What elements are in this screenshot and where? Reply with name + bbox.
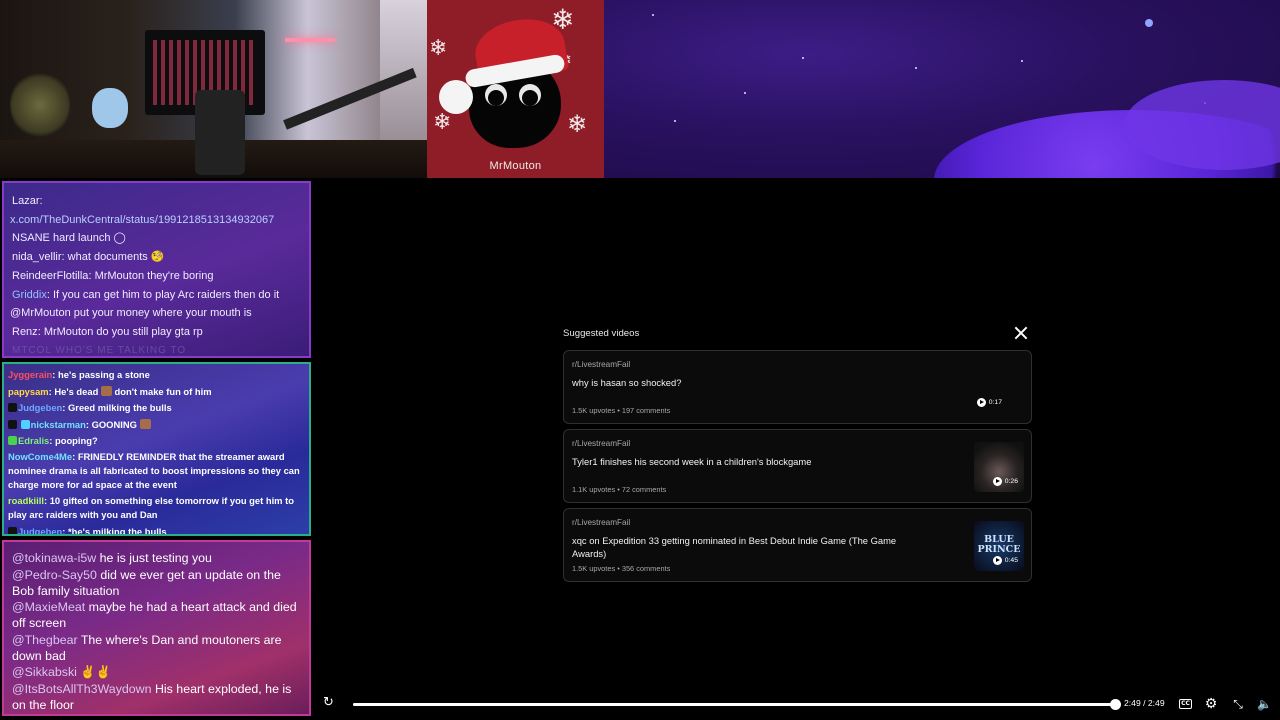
- subreddit-label[interactable]: r/LivestreamFail: [572, 439, 1023, 448]
- suggested-video-card[interactable]: r/LivestreamFail Tyler1 finishes his sec…: [563, 429, 1032, 503]
- space-background: [604, 0, 1280, 178]
- chat-message: @MaxieMeat maybe he had a heart attack a…: [12, 600, 297, 630]
- chat-message: @ItsBotsAllTh3Waydown His heart exploded…: [12, 681, 292, 712]
- video-duration: 0:45: [992, 556, 1018, 565]
- captions-icon[interactable]: CC: [1179, 699, 1192, 709]
- video-title[interactable]: Tyler1 finishes his second week in a chi…: [572, 456, 927, 469]
- chat-panel-secondary[interactable]: Jyggerain: he's passing a stone papysam:…: [2, 362, 311, 536]
- webcam-feed: [0, 0, 427, 178]
- chat-message-faded: MTCOL WHO'S ME TALKING TO: [12, 344, 187, 356]
- chat-message: NSANE hard launch ◯: [12, 232, 126, 245]
- chat-message-link[interactable]: x.com/TheDunkCentral/status/199121851313…: [10, 211, 303, 230]
- chat-message: @Pedro-Say50 did we ever get an update o…: [12, 567, 281, 598]
- chat-panel-primary[interactable]: Lazar: x.com/TheDunkCentral/status/19912…: [2, 181, 311, 358]
- chat-message: roadkiill: 10 gifted on something else t…: [8, 494, 294, 520]
- mouton-avatar-overlay: ❄ ❄ ❄ ❄ ❄ MrMouton: [427, 0, 604, 178]
- chat-message: papysam: He's dead don't make fun of him: [8, 385, 212, 397]
- chat-message: @Sikkabski ✌✌: [12, 665, 112, 679]
- suggested-header: Suggested videos: [563, 322, 1032, 344]
- overlay-name: MrMouton: [489, 160, 542, 172]
- thumbnail-text: BLUE PRINCE: [977, 534, 1021, 555]
- chat-message: Judgeben: Greed milking the bulls: [8, 400, 305, 417]
- exit-fullscreen-icon[interactable]: ⤡: [1231, 697, 1245, 711]
- star: [915, 67, 917, 69]
- chat-message: nickstarman: GOONING: [8, 417, 305, 434]
- video-title[interactable]: why is hasan so shocked?: [572, 377, 927, 390]
- gift-badge-icon: [20, 419, 30, 429]
- suggested-video-card[interactable]: r/LivestreamFail why is hasan so shocked…: [563, 350, 1032, 424]
- subreddit-label[interactable]: r/LivestreamFail: [572, 360, 1023, 369]
- seek-bar-progress: [353, 702, 1115, 706]
- player-controls: ↻ 2:49 / 2:49 CC ⚙ ⤡ 🔈: [318, 690, 1280, 720]
- chat-message: Griddix: If you can get him to play Arc …: [12, 288, 280, 301]
- video-player[interactable]: ❄ ❄ ❄ ❄ ❄ MrMouton Lazar: x.com/TheDunkC…: [0, 0, 1280, 720]
- emote-icon: [139, 418, 151, 429]
- star: [674, 120, 676, 122]
- sheep-eye: [519, 84, 541, 106]
- video-meta: 1.5K upvotes • 356 comments: [572, 564, 671, 573]
- video-title[interactable]: xqc on Expedition 33 getting nominated i…: [572, 535, 927, 560]
- chat-message: Renz: MrMouton do you still play gta rp: [12, 325, 203, 338]
- chat-message: Edralis: pooping?: [8, 433, 305, 450]
- play-icon: [992, 477, 1002, 486]
- video-thumbnail[interactable]: BLUE PRINCE 0:45: [974, 521, 1024, 571]
- badge-icon: [8, 526, 17, 534]
- badge-icon: [8, 419, 17, 429]
- snowflake-icon: ❄: [433, 110, 452, 135]
- snowflake-icon: ❄: [429, 36, 448, 61]
- badge-icon: [8, 403, 17, 413]
- suggested-title: Suggested videos: [563, 327, 640, 339]
- chat-message: @Thegbear The where's Dan and moutoners …: [12, 632, 282, 663]
- volume-icon[interactable]: 🔈: [1257, 697, 1272, 711]
- gift-badge-icon: [8, 436, 17, 446]
- ceiling-light: [285, 38, 335, 42]
- snowflake-icon: ❄: [567, 110, 588, 138]
- subreddit-label[interactable]: r/LivestreamFail: [572, 518, 1023, 527]
- video-meta: 1.5K upvotes • 197 comments: [572, 406, 671, 415]
- seek-bar[interactable]: [353, 698, 1121, 710]
- chat-message: @tokinawa-i5w he is just testing you: [12, 551, 212, 565]
- santa-hat-pom: [439, 80, 473, 114]
- chat-message: @MrMouton put your money where your mout…: [10, 307, 252, 320]
- suggested-videos-panel: Suggested videos r/LivestreamFail why is…: [563, 322, 1032, 587]
- figurine: [92, 88, 128, 128]
- seek-handle[interactable]: [1110, 698, 1121, 710]
- star: [802, 57, 804, 59]
- chat-message: nida_vellir: what documents 🧐: [12, 251, 165, 264]
- play-icon: [976, 398, 986, 407]
- plant: [10, 70, 70, 140]
- sheep-eye: [485, 84, 507, 106]
- gear-icon[interactable]: ⚙: [1204, 697, 1218, 711]
- planet-dot: [1145, 19, 1153, 27]
- chat-message: Judgeben: *he's milking the bulls: [8, 524, 305, 534]
- chat-message: Jyggerain: he's passing a stone: [8, 369, 150, 380]
- video-duration: 0:26: [992, 477, 1018, 486]
- chat-message: Lazar:: [12, 195, 43, 207]
- video-meta: 1.1K upvotes • 72 comments: [572, 485, 667, 494]
- star: [1021, 60, 1023, 62]
- time-display: 2:49 / 2:49: [1124, 698, 1165, 708]
- chair: [195, 90, 245, 175]
- video-thumbnail[interactable]: 0:26: [974, 442, 1024, 492]
- chat-message: NowCome4Me: FRINEDLY REMINDER that the s…: [8, 450, 300, 490]
- close-icon[interactable]: [1014, 326, 1028, 340]
- play-icon: [992, 556, 1002, 565]
- shelf: [380, 0, 427, 140]
- emote-icon: 🧐: [150, 251, 165, 264]
- chat-message: ReindeerFlotilla: MrMouton they're borin…: [12, 269, 214, 282]
- replay-icon[interactable]: ↻: [323, 696, 337, 710]
- video-duration: 0:17: [976, 398, 1002, 407]
- star: [652, 14, 654, 16]
- star: [744, 92, 746, 94]
- emote-icon: [100, 385, 112, 396]
- chat-panel-tertiary[interactable]: @tokinawa-i5w he is just testing you @Pe…: [2, 540, 311, 716]
- suggested-video-card[interactable]: r/LivestreamFail xqc on Expedition 33 ge…: [563, 508, 1032, 582]
